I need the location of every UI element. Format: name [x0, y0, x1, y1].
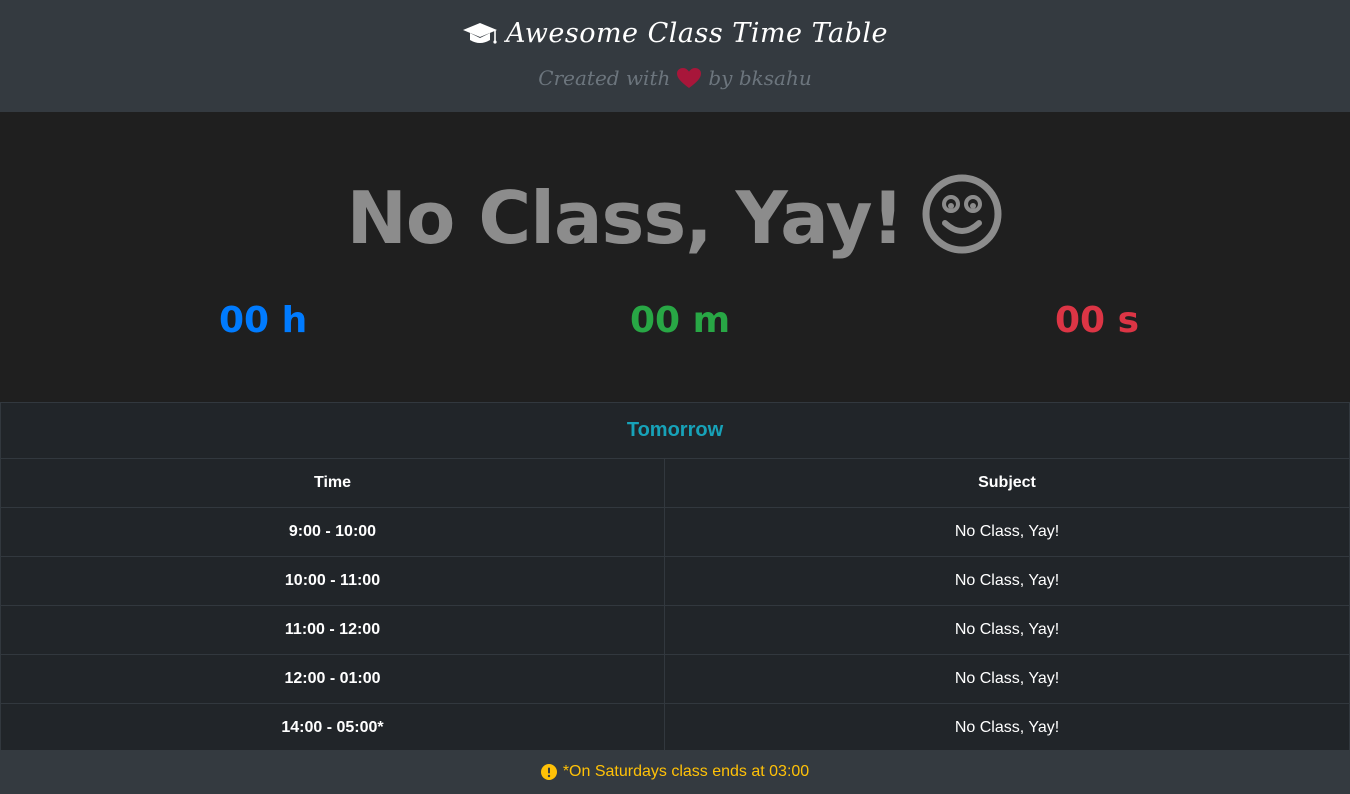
table-row: 12:00 - 01:00 No Class, Yay! — [0, 654, 1350, 704]
page-title: Awesome Class Time Table — [505, 18, 889, 49]
subtitle-suffix: by bksahu — [708, 66, 812, 90]
table-row: 9:00 - 10:00 No Class, Yay! — [0, 507, 1350, 557]
countdown-hours: 00 h — [219, 300, 308, 341]
table-row: 10:00 - 11:00 No Class, Yay! — [0, 556, 1350, 606]
heart-icon — [677, 68, 702, 88]
graduation-cap-icon — [462, 22, 497, 44]
schedule-table-container: Tomorrow Time Subject 9:00 - 10:00 No Cl… — [0, 402, 1350, 753]
row-time: 9:00 - 10:00 — [0, 507, 665, 557]
schedule-day-heading: Tomorrow — [0, 402, 1350, 459]
smile-icon — [922, 174, 1002, 254]
row-subject: No Class, Yay! — [664, 507, 1350, 557]
page-header: Awesome Class Time Table Created with by… — [0, 0, 1350, 112]
row-time: 11:00 - 12:00 — [0, 605, 665, 655]
row-time: 14:00 - 05:00* — [0, 703, 665, 753]
title-row: Awesome Class Time Table — [0, 18, 1350, 49]
countdown-seconds: 00 s — [1055, 300, 1140, 341]
footer-note: *On Saturdays class ends at 03:00 — [0, 750, 1350, 794]
exclamation-circle-icon — [540, 764, 557, 780]
row-subject: No Class, Yay! — [664, 605, 1350, 655]
row-time: 10:00 - 11:00 — [0, 556, 665, 606]
page-subtitle: Created with by bksahu — [0, 66, 1350, 90]
column-header-time: Time — [0, 458, 665, 508]
current-class-message: No Class, Yay! — [346, 176, 905, 260]
footer-note-text: *On Saturdays class ends at 03:00 — [562, 763, 810, 780]
hero-title-row: No Class, Yay! — [0, 174, 1350, 260]
row-subject: No Class, Yay! — [664, 654, 1350, 704]
table-row: 11:00 - 12:00 No Class, Yay! — [0, 605, 1350, 655]
table-row: 14:00 - 05:00* No Class, Yay! — [0, 703, 1350, 753]
row-subject: No Class, Yay! — [664, 703, 1350, 753]
subtitle-prefix: Created with — [538, 66, 671, 90]
row-time: 12:00 - 01:00 — [0, 654, 665, 704]
countdown-minutes: 00 m — [630, 300, 731, 341]
row-subject: No Class, Yay! — [664, 556, 1350, 606]
column-header-subject: Subject — [664, 458, 1350, 508]
status-hero: No Class, Yay! 00 h 00 m 00 s — [0, 112, 1350, 402]
schedule-table: Tomorrow Time Subject 9:00 - 10:00 No Cl… — [0, 402, 1350, 753]
